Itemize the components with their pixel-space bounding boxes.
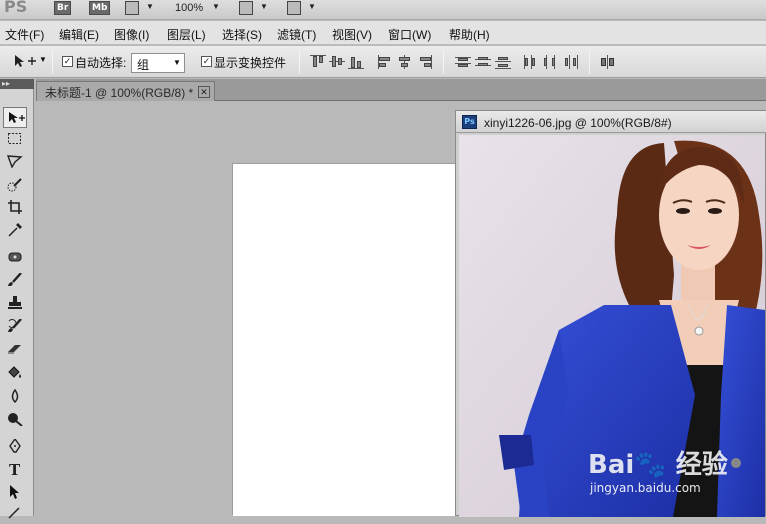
tool-preset-chevron-icon[interactable]: ▼ — [39, 55, 47, 64]
blur-tool[interactable] — [3, 386, 27, 407]
photoshop-document-icon: Ps — [462, 115, 477, 129]
distribute-bottom-edges-icon[interactable] — [495, 55, 511, 69]
custom-shape-tool[interactable] — [3, 503, 27, 524]
menu-help[interactable]: 帮助(H) — [449, 26, 490, 43]
watermark-url: jingyan.baidu.com — [590, 481, 701, 495]
watermark-logo-text: Bai🐾 经验 — [588, 450, 728, 480]
options-bar: ▼ ✓ 自动选择: ✓ 显示变换控件 — [0, 46, 766, 78]
application-bar: PS Br Mb ▼ 100% ▼ ▼ ▼ — [0, 0, 766, 20]
path-selection-tool[interactable] — [3, 482, 27, 503]
view-extras-icon[interactable] — [125, 1, 139, 15]
distribute-right-edges-icon[interactable] — [563, 55, 579, 69]
tab-title: 未标题-1 @ 100%(RGB/8) * — [45, 86, 194, 100]
distribute-top-edges-icon[interactable] — [455, 55, 471, 69]
arrange-chevron-icon[interactable]: ▼ — [260, 2, 268, 11]
crop-tool[interactable] — [3, 197, 27, 218]
image-window-title: xinyi1226-06.jpg @ 100%(RGB/8#) — [484, 116, 672, 130]
auto-select-dropdown[interactable]: 组 ▼ — [131, 53, 185, 73]
align-vertical-centers-icon[interactable] — [329, 55, 345, 69]
marquee-tool[interactable] — [3, 129, 27, 150]
divider — [589, 50, 590, 74]
show-transform-checkbox[interactable]: ✓ — [201, 56, 212, 67]
chevron-down-icon[interactable]: ▼ — [146, 2, 154, 11]
document-tab-strip: 未标题-1 @ 100%(RGB/8) * ✕ — [36, 79, 766, 101]
menu-bar: 文件(F) 编辑(E) 图像(I) 图层(L) 选择(S) 滤镜(T) 视图(V… — [0, 21, 766, 45]
align-right-edges-icon[interactable] — [417, 55, 433, 69]
divider — [52, 50, 53, 74]
align-top-edges-icon[interactable] — [310, 55, 326, 69]
move-tool[interactable] — [3, 107, 27, 128]
lasso-tool[interactable] — [3, 151, 27, 172]
menu-file[interactable]: 文件(F) — [5, 26, 44, 43]
menu-layer[interactable]: 图层(L) — [167, 26, 206, 43]
pen-tool[interactable] — [3, 436, 27, 457]
paint-bucket-tool[interactable] — [3, 363, 27, 384]
panel-collapse-arrows-icon[interactable]: ▸▸ — [0, 79, 34, 89]
distribute-horizontal-centers-icon[interactable] — [543, 55, 559, 69]
show-transform-label: 显示变换控件 — [214, 56, 287, 70]
brush-tool[interactable] — [3, 270, 27, 291]
photoshop-logo: PS — [4, 0, 28, 16]
auto-align-layers-icon[interactable] — [600, 55, 616, 69]
divider — [299, 50, 300, 74]
dodge-tool[interactable] — [3, 409, 27, 430]
svg-text:T: T — [9, 462, 21, 476]
image-window-titlebar[interactable]: Ps xinyi1226-06.jpg @ 100%(RGB/8#) — [456, 111, 766, 133]
screen-mode-chevron-icon[interactable]: ▼ — [308, 2, 316, 11]
chevron-down-icon: ▼ — [173, 58, 181, 67]
menu-select[interactable]: 选择(S) — [222, 26, 262, 43]
mini-bridge-button[interactable]: Mb — [89, 1, 111, 15]
clone-stamp-tool[interactable] — [3, 293, 27, 314]
distribute-vertical-centers-icon[interactable] — [475, 55, 491, 69]
arrange-documents-icon[interactable] — [239, 1, 253, 15]
divider — [443, 50, 444, 74]
eraser-tool[interactable] — [3, 339, 27, 360]
auto-select-value: 组 — [137, 58, 150, 72]
tab-untitled-document[interactable]: 未标题-1 @ 100%(RGB/8) * ✕ — [36, 81, 215, 101]
bridge-launch-button[interactable]: Br — [54, 1, 72, 15]
close-icon[interactable]: ✕ — [198, 86, 210, 98]
menu-window[interactable]: 窗口(W) — [388, 26, 431, 43]
quick-selection-tool[interactable] — [3, 175, 27, 196]
align-horizontal-centers-icon[interactable] — [397, 55, 413, 69]
align-left-edges-icon[interactable] — [377, 55, 393, 69]
screen-mode-icon[interactable] — [287, 1, 301, 15]
menu-image[interactable]: 图像(I) — [114, 26, 149, 43]
type-tool[interactable]: T — [3, 459, 27, 480]
blank-document-canvas[interactable] — [233, 164, 463, 516]
spot-healing-brush-tool[interactable] — [3, 247, 27, 268]
distribute-left-edges-icon[interactable] — [523, 55, 539, 69]
menu-edit[interactable]: 编辑(E) — [59, 26, 99, 43]
tools-panel: ▸▸ T — [0, 79, 34, 519]
align-bottom-edges-icon[interactable] — [348, 55, 364, 69]
zoom-dropdown-chevron-icon[interactable]: ▼ — [212, 2, 220, 11]
menu-view[interactable]: 视图(V) — [332, 26, 372, 43]
menu-filter[interactable]: 滤镜(T) — [277, 26, 316, 43]
auto-select-checkbox[interactable]: ✓ — [62, 56, 73, 67]
history-brush-tool[interactable] — [3, 316, 27, 337]
auto-select-label: 自动选择: — [75, 56, 127, 70]
eyedropper-tool[interactable] — [3, 220, 27, 241]
move-tool-preset-icon[interactable] — [13, 53, 37, 72]
zoom-level[interactable]: 100% — [175, 2, 203, 14]
